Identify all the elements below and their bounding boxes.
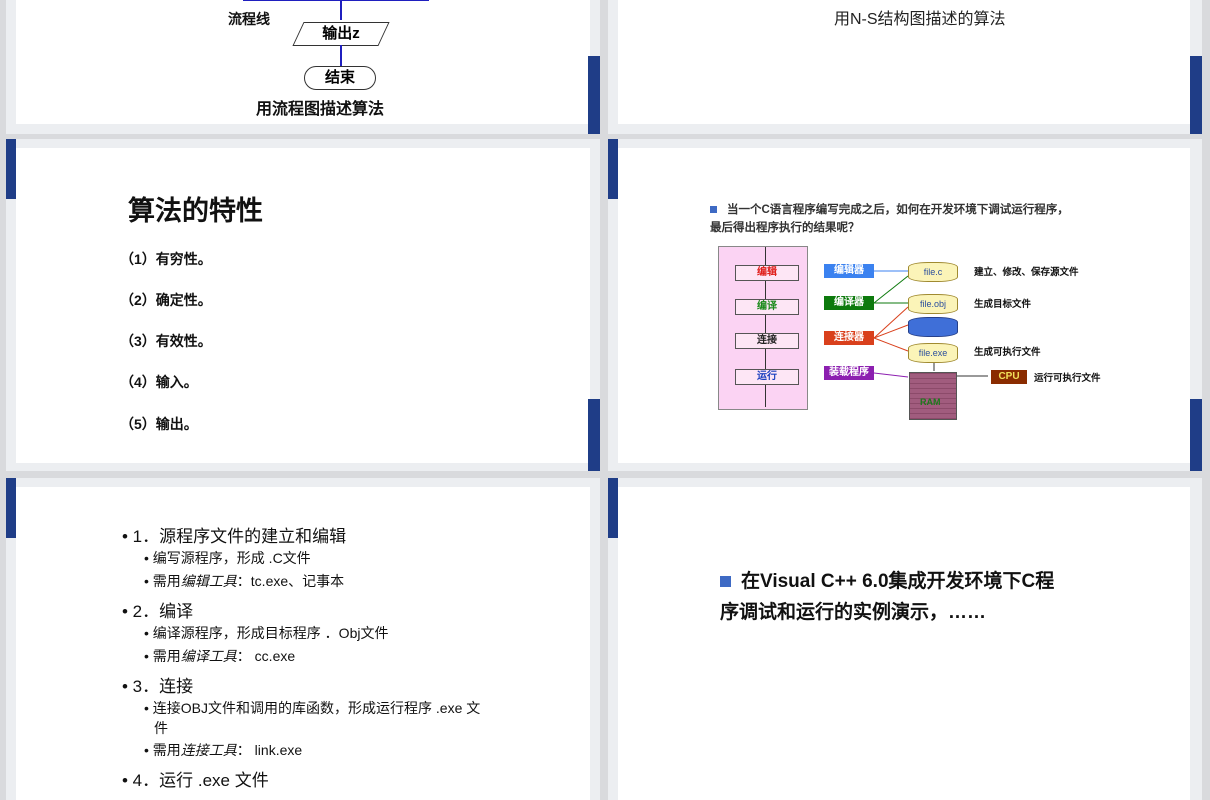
corner-decoration [588,399,600,471]
file-exe: file.exe [908,343,958,363]
corner-decoration [588,56,600,134]
library-cylinder [908,317,958,337]
note-compile: 生成目标文件 [974,299,1032,310]
slide-steps[interactable]: • 1．源程序文件的建立和编辑 • 编写源程序，形成 .C文件 • 需用编辑工具… [6,478,600,800]
file-obj: file.obj [908,294,958,314]
corner-decoration [1190,56,1202,134]
slide-flowchart[interactable]: 流程线 输出z 结束 用流程图描述算法 [6,0,600,134]
slide-title: 算法的特性 [128,196,263,226]
slide-body [618,487,1190,800]
tool-prefix: • 需用 [144,648,181,664]
step-detail-tool: • 需用连接工具： link.exe [144,740,302,760]
step-detail-tool: • 需用编译工具： cc.exe [144,646,295,666]
tool-prefix: • 需用 [144,742,181,758]
slide-ns-diagram[interactable]: 用N-S结构图描述的算法 [608,0,1202,134]
tool-name: 编辑工具 [180,573,237,589]
tool-suffix: ：tc.exe、记事本 [236,573,345,589]
corner-decoration [608,478,618,538]
tool-name: 连接工具 [180,742,237,758]
step-detail: • 编译源程序，形成目标程序 ．Obj文件 [144,625,389,641]
tool-suffix: ： link.exe [236,742,303,758]
slide-compile-process[interactable]: 当一个C语言程序编写完成之后，如何在开发环境下调试运行程序， 最后得出程序执行的… [608,139,1202,471]
feature-item: （5）输出。 [120,416,198,432]
demo-line-1: 在Visual C++ 6.0集成开发环境下C程 [720,566,1054,593]
step-heading: • 1．源程序文件的建立和编辑 [122,527,347,546]
note-edit: 建立、修改、保存源文件 [974,267,1079,278]
flow-arrow-2 [340,45,342,66]
bullet-square-icon [720,576,731,587]
demo-line-2: 序调试和运行的实例演示，…… [720,602,987,623]
feature-item: （1）有穷性。 [120,251,212,267]
step-heading: • 3．连接 [122,677,194,696]
flow-label: 流程线 [228,11,270,27]
corner-decoration [6,139,16,199]
slide-caption: 用流程图描述算法 [256,101,385,118]
output-box: 输出z [292,22,390,46]
step-heading: • 4．运行 .exe 文件 [122,771,269,790]
slide-algorithm-features[interactable]: 算法的特性 （1）有穷性。 （2）确定性。 （3）有效性。 （4）输入。 （5）… [6,139,600,471]
slide-caption: 用N-S结构图描述的算法 [834,11,1006,28]
step-heading: • 2．编译 [122,602,194,621]
corner-decoration [1190,399,1202,471]
tool-prefix: • 需用 [144,573,181,589]
step-detail: • 连接OBJ文件和调用的库函数，形成运行程序 .exe 文 [144,700,481,716]
output-box-label: 输出z [322,25,360,42]
feature-item: （4）输入。 [120,374,198,390]
step-detail-wrap: 件 [154,720,168,736]
feature-item: （3）有效性。 [120,333,212,349]
note-link: 生成可执行文件 [974,347,1041,358]
step-detail: • 编写源程序，形成 .C文件 [144,550,311,566]
slide-demo[interactable]: 在Visual C++ 6.0集成开发环境下C程 序调试和运行的实例演示，…… [608,478,1202,800]
ram-label: RAM [920,397,941,407]
step-detail-tool: • 需用编辑工具：tc.exe、记事本 [144,571,344,591]
flow-arrow [340,0,342,20]
file-c: file.c [908,262,958,282]
tool-suffix: ： cc.exe [236,648,296,664]
tool-name: 编译工具 [180,648,237,664]
feature-item: （2）确定性。 [120,292,212,308]
slide-body [16,148,590,463]
diagram-arrows [873,270,988,378]
demo-text-1: 在Visual C++ 6.0集成开发环境下C程 [741,571,1055,592]
end-box-label: 结束 [324,69,355,86]
corner-decoration [6,478,16,538]
ram-block: RAM [909,372,957,420]
end-box: 结束 [304,66,376,90]
note-run: 运行可执行文件 [1034,373,1101,384]
cpu-box: CPU [991,370,1027,384]
flow-line-top [243,0,429,1]
